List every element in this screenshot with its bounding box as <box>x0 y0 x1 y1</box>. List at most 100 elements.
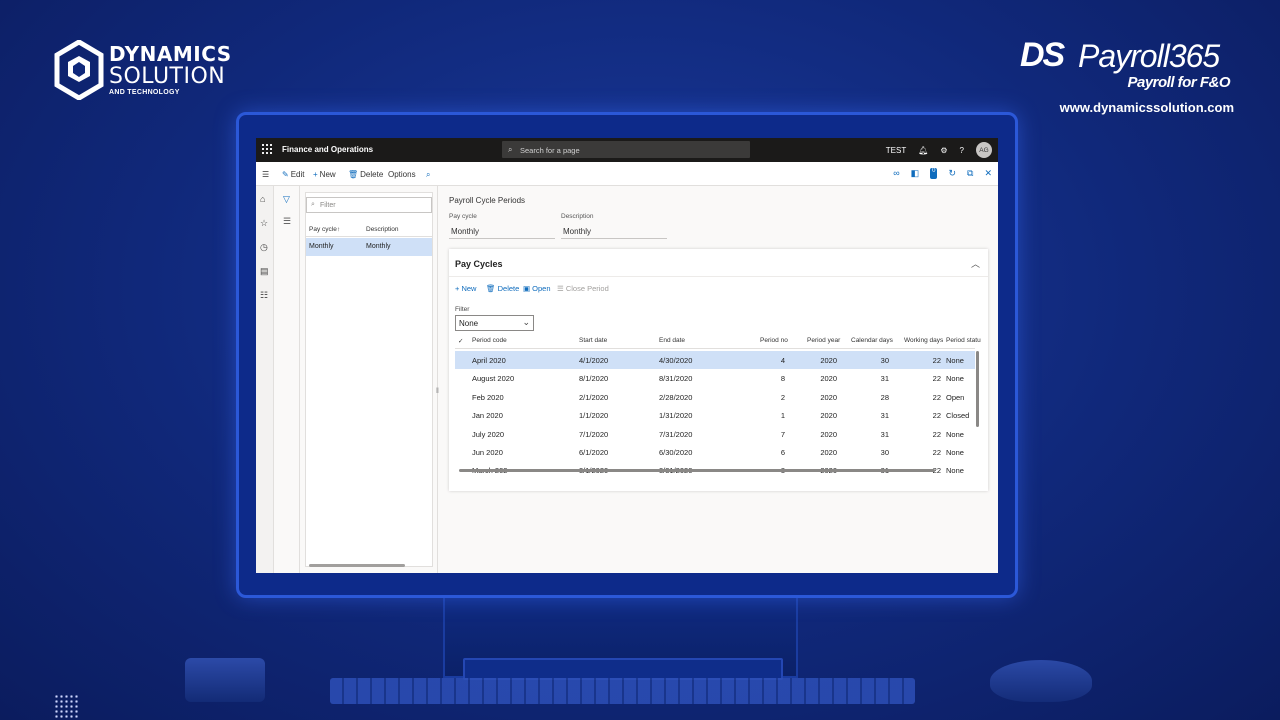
cell-status: Closed <box>946 411 970 421</box>
close-period-label: Close Period <box>565 284 609 293</box>
app-title[interactable]: Finance and Operations <box>282 145 373 154</box>
col-period-status[interactable]: Period statu <box>946 337 981 344</box>
table-row[interactable]: August 2020 8/1/2020 8/31/2020 8 2020 31 22 Non… <box>455 369 975 387</box>
workspaces-icon[interactable]: ▤ <box>260 266 269 277</box>
col-period-year[interactable]: Period year <box>807 337 840 344</box>
recent-icon[interactable]: ◷ <box>260 242 268 253</box>
list-item[interactable]: Monthly Monthly <box>306 238 432 256</box>
popout-icon[interactable]: ⧉ <box>967 168 973 179</box>
grid-filter-value: None <box>459 319 479 328</box>
description-field[interactable]: Monthly <box>561 224 667 239</box>
cell-start: 2/1/2020 <box>579 392 609 402</box>
chevron-up-icon[interactable]: ︿ <box>971 257 980 270</box>
search-box[interactable]: ⌕ Search for a page <box>502 141 750 158</box>
cell-work: 22 <box>932 374 941 384</box>
cell-cal: 30 <box>880 356 889 365</box>
col-end-date[interactable]: End date <box>659 337 685 344</box>
action-pane-right-icons: ∞ ◧ 0 ↻ ⧉ ✕ <box>893 168 992 179</box>
grid-new-label: New <box>461 284 477 293</box>
favorites-icon[interactable]: ☆ <box>260 218 268 229</box>
bell-icon[interactable]: 🔔︎ <box>918 146 928 155</box>
cell-work: 22 <box>932 392 941 402</box>
search-icon: ⌕ <box>508 145 513 154</box>
pay-cycle-label: Pay cycle <box>449 213 477 220</box>
hamburger-icon[interactable]: ☰ <box>262 170 269 179</box>
navigation-rail: ⌂ ☆ ◷ ▤ ☷ <box>256 186 274 573</box>
grid-new-button[interactable]: + New <box>455 284 476 293</box>
cell-code: Feb 2020 <box>472 392 504 402</box>
cell-year: 2020 <box>820 429 837 439</box>
close-icon[interactable]: ✕ <box>984 168 992 179</box>
home-icon[interactable]: ⌂ <box>260 194 265 204</box>
cell-cal: 30 <box>880 448 889 457</box>
new-button[interactable]: + New <box>313 170 336 179</box>
col-period-no[interactable]: Period no <box>760 337 788 344</box>
cell-year: 2020 <box>820 356 837 365</box>
splitter-grip-icon[interactable]: ‖ <box>436 388 439 395</box>
company-picker[interactable]: TEST <box>886 146 906 155</box>
edit-button[interactable]: ✎ Edit <box>282 170 305 179</box>
cell-start: 8/1/2020 <box>579 374 609 384</box>
avatar[interactable]: AG <box>976 142 992 158</box>
cell-end: 6/30/2020 <box>659 448 693 457</box>
notification-badge[interactable]: 0 <box>930 168 938 179</box>
col-pay-cycle[interactable]: Pay cycle <box>309 226 337 233</box>
table-row[interactable]: July 2020 7/1/2020 7/31/2020 7 2020 31 22 None <box>455 425 975 443</box>
table-row[interactable]: Jan 2020 1/1/2020 1/31/2020 1 2020 31 22 Closed <box>455 406 975 424</box>
pay-cycles-fasttab: Pay Cycles ︿ + New 🗑︎ Delete ▣ Open ☰ Cl… <box>449 249 988 491</box>
delete-button[interactable]: 🗑︎ Delete <box>348 170 383 179</box>
list-view-icon[interactable]: ☰ <box>283 216 291 227</box>
cell-no: 1 <box>780 411 785 421</box>
cell-no: 2 <box>780 392 785 402</box>
help-icon[interactable]: ? <box>960 146 964 155</box>
grid-filter-select[interactable]: None ⌄ <box>455 315 534 331</box>
grid-open-button[interactable]: ▣ Open <box>523 284 551 293</box>
gear-icon[interactable]: ⚙ <box>940 146 947 155</box>
pay-cycle-field[interactable]: Monthly <box>449 224 555 239</box>
col-start-date[interactable]: Start date <box>579 337 607 344</box>
desk-cup <box>185 658 265 702</box>
pane-splitter[interactable] <box>437 186 438 573</box>
cell-end: 2/28/2020 <box>659 392 693 402</box>
list-pane: ⌕ Filter Pay cycle ↑ Description Monthly… <box>305 192 433 567</box>
cell-start: 4/1/2020 <box>579 356 609 365</box>
close-period-button[interactable]: ☰ Close Period <box>557 284 609 293</box>
trash-icon: 🗑︎ <box>348 170 359 179</box>
refresh-icon[interactable]: ↻ <box>948 168 956 179</box>
cell-no: 8 <box>780 374 785 384</box>
grid-vertical-scrollbar[interactable] <box>976 351 979 427</box>
list-horizontal-scrollbar[interactable] <box>309 564 405 567</box>
action-search-icon[interactable]: ⌕ <box>426 170 430 180</box>
cell-end: 8/31/2020 <box>659 374 693 384</box>
grid-delete-button[interactable]: 🗑︎ Delete <box>486 284 519 293</box>
list-filter-input[interactable]: ⌕ Filter <box>306 197 432 213</box>
table-row[interactable]: Feb 2020 2/1/2020 2/28/2020 2 2020 28 22 Open <box>455 388 975 406</box>
details-pane: Payroll Cycle Periods Pay cycle Monthly … <box>442 186 998 573</box>
ds-payroll-logo: DS Payroll365 Payroll for F&O www.dynami… <box>1020 36 1240 120</box>
col-description[interactable]: Description <box>366 226 399 233</box>
grid-horizontal-scrollbar[interactable] <box>459 469 935 472</box>
cell-year: 2020 <box>820 448 837 457</box>
waffle-icon[interactable] <box>261 143 273 155</box>
select-all-checkmark-icon[interactable]: ✓ <box>458 337 463 345</box>
sort-arrow-icon[interactable]: ↑ <box>337 226 340 233</box>
pencil-icon: ✎ <box>282 170 289 179</box>
modules-icon[interactable]: ☷ <box>260 290 268 301</box>
col-working-days[interactable]: Working days <box>904 337 943 344</box>
col-period-code[interactable]: Period code <box>472 337 507 344</box>
cell-status: None <box>946 466 964 475</box>
table-row[interactable]: April 2020 4/1/2020 4/30/2020 4 2020 30 22 None <box>455 351 975 369</box>
cell-start: 7/1/2020 <box>579 429 609 439</box>
dynamics-solution-logo: DYNAMICS SOLUTION AND TECHNOLOGY <box>54 40 231 104</box>
list-header: Pay cycle ↑ Description <box>306 221 432 237</box>
cell-work: 22 <box>932 411 941 421</box>
office-icon[interactable]: ◧ <box>911 168 920 179</box>
table-row[interactable]: Jun 2020 6/1/2020 6/30/2020 6 2020 30 22 None <box>455 443 975 461</box>
col-calendar-days[interactable]: Calendar days <box>851 337 893 344</box>
filter-icon[interactable]: ▽ <box>283 194 290 205</box>
options-tab[interactable]: Options <box>388 170 416 179</box>
app-screen: Finance and Operations ⌕ Search for a pa… <box>256 138 998 573</box>
fasttab-header[interactable]: Pay Cycles ︿ <box>449 249 988 277</box>
cell-work: 22 <box>932 448 941 457</box>
link-icon[interactable]: ∞ <box>893 168 899 179</box>
